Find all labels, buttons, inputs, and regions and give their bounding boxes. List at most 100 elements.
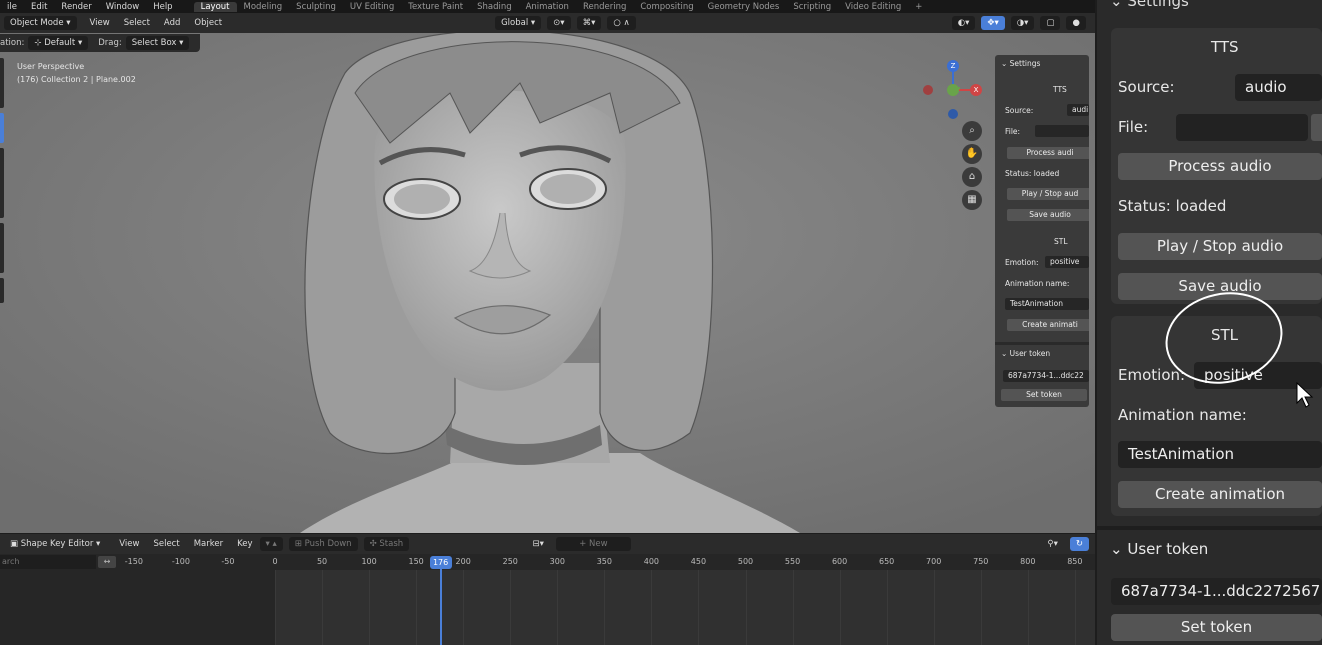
animation-name-input[interactable]: TestAnimation bbox=[1118, 441, 1322, 468]
mini-anim-name-label: Animation name: bbox=[1005, 279, 1070, 288]
menu-select[interactable]: Select bbox=[117, 18, 157, 28]
push-down-button[interactable]: ⊞ Push Down bbox=[288, 537, 358, 551]
mouse-cursor-icon bbox=[1296, 381, 1314, 408]
zoom-icon[interactable]: ⌕ bbox=[962, 121, 982, 141]
snap-icon[interactable]: ⌘▾ bbox=[576, 16, 602, 30]
tab-layout[interactable]: Layout bbox=[193, 1, 237, 12]
overlay-icon[interactable]: ◑▾ bbox=[1010, 16, 1035, 30]
tab-sculpting[interactable]: Sculpting bbox=[289, 2, 343, 12]
tab-animation[interactable]: Animation bbox=[519, 2, 576, 12]
timeline-menu-view[interactable]: View bbox=[112, 539, 146, 549]
frame-tick-label: 350 bbox=[596, 557, 612, 566]
tool-group-active[interactable] bbox=[0, 113, 4, 143]
xray-icon[interactable]: ▢ bbox=[1040, 16, 1061, 30]
tab-uv-editing[interactable]: UV Editing bbox=[343, 2, 401, 12]
shading-solid-icon[interactable]: ● bbox=[1066, 16, 1086, 30]
menu-edit[interactable]: Edit bbox=[24, 2, 54, 12]
navigation-gizmo[interactable]: Z X bbox=[920, 58, 982, 122]
user-token-header[interactable]: ⌄ User token bbox=[1110, 540, 1208, 558]
mini-play-stop-button[interactable]: Play / Stop aud bbox=[1007, 188, 1089, 200]
create-animation-button[interactable]: Create animation bbox=[1118, 481, 1322, 508]
settings-header[interactable]: ⌄ Settings bbox=[1110, 0, 1189, 10]
tool-group-2[interactable] bbox=[0, 148, 4, 218]
tool-group-1[interactable] bbox=[0, 58, 4, 108]
mini-anim-name-input[interactable]: TestAnimation bbox=[1005, 298, 1089, 310]
timeline-menu-marker[interactable]: Marker bbox=[187, 539, 230, 549]
pivot-icon[interactable]: ⊙▾ bbox=[547, 16, 571, 30]
visibility-icon[interactable]: ◐▾ bbox=[951, 16, 976, 30]
keyframe-area[interactable] bbox=[276, 570, 1095, 645]
menu-object[interactable]: Object bbox=[187, 18, 229, 28]
viewport-info: User Perspective (176) Collection 2 | Pl… bbox=[17, 60, 136, 86]
current-frame-indicator[interactable]: 176 bbox=[429, 556, 452, 569]
user-token-input[interactable]: 687a7734-1...ddc2272567 bbox=[1111, 578, 1322, 605]
tool-group-4[interactable] bbox=[0, 278, 4, 303]
animation-name-label: Animation name: bbox=[1118, 406, 1247, 424]
menu-help[interactable]: Help bbox=[146, 2, 179, 12]
proportional-edit-icon[interactable]: ○ ∧ bbox=[607, 16, 636, 30]
menu-add[interactable]: Add bbox=[157, 18, 187, 28]
set-token-button[interactable]: Set token bbox=[1111, 614, 1322, 641]
menu-window[interactable]: Window bbox=[99, 2, 147, 12]
mini-user-token-header[interactable]: ⌄ User token bbox=[1001, 349, 1050, 358]
mode-select[interactable]: Object Mode ▾ bbox=[4, 16, 77, 30]
timeline-menu-key[interactable]: Key bbox=[230, 539, 259, 549]
mini-save-audio-button[interactable]: Save audio bbox=[1007, 209, 1089, 221]
stash-button[interactable]: ✣ Stash bbox=[363, 537, 410, 551]
source-input[interactable]: audio bbox=[1235, 74, 1322, 101]
editor-type-select[interactable]: ▣ Shape Key Editor ▾ bbox=[4, 537, 106, 551]
mini-token-input[interactable]: 687a7734-1...ddc22 bbox=[1003, 370, 1089, 382]
orientation-select[interactable]: Global ▾ bbox=[495, 16, 542, 30]
z-axis-icon[interactable]: Z bbox=[947, 60, 959, 72]
tab-rendering[interactable]: Rendering bbox=[576, 2, 633, 12]
mini-file-input[interactable] bbox=[1035, 125, 1089, 137]
x-axis-icon[interactable]: X bbox=[970, 84, 982, 96]
timeline-menu-select[interactable]: Select bbox=[146, 539, 186, 549]
menu-file[interactable]: ile bbox=[0, 2, 24, 12]
tab-compositing[interactable]: Compositing bbox=[633, 2, 700, 12]
tab-texture-paint[interactable]: Texture Paint bbox=[401, 2, 470, 12]
playhead[interactable] bbox=[439, 556, 442, 645]
frame-gridline bbox=[416, 570, 418, 645]
gizmo-toggle-icon[interactable]: ✥▾ bbox=[981, 16, 1005, 30]
filter-icon[interactable]: ⚲▾ bbox=[1041, 537, 1064, 551]
mini-process-audio-button[interactable]: Process audi bbox=[1007, 147, 1089, 159]
mini-source-input[interactable]: audi bbox=[1067, 104, 1089, 116]
tab-modeling[interactable]: Modeling bbox=[237, 2, 290, 12]
channel-search-input[interactable]: arch bbox=[0, 555, 96, 569]
frame-ruler[interactable]: arch ↔ -150 -100 -50 0 50 100 150 200 250 300 350 4… bbox=[0, 554, 1095, 570]
mini-set-token-button[interactable]: Set token bbox=[1001, 389, 1087, 401]
pan-hand-icon[interactable]: ✋ bbox=[962, 144, 982, 164]
tool-group-3[interactable] bbox=[0, 223, 4, 273]
tab-scripting[interactable]: Scripting bbox=[786, 2, 838, 12]
move-keys-icon[interactable]: ▾ ▴ bbox=[259, 537, 283, 551]
swap-icon[interactable]: ↔ bbox=[98, 556, 116, 568]
user-token-header-text: User token bbox=[1127, 540, 1209, 558]
tab-video-editing[interactable]: Video Editing bbox=[838, 2, 908, 12]
file-input[interactable] bbox=[1176, 114, 1308, 141]
mini-create-animation-button[interactable]: Create animati bbox=[1007, 319, 1089, 331]
drag-select[interactable]: Select Box ▾ bbox=[125, 36, 190, 50]
neg-x-axis-icon[interactable] bbox=[923, 85, 933, 95]
frame-gridline bbox=[1027, 570, 1029, 645]
menu-render[interactable]: Render bbox=[54, 2, 98, 12]
tab-shading[interactable]: Shading bbox=[470, 2, 519, 12]
viewport-header: Object Mode ▾ View Select Add Object Glo… bbox=[0, 13, 1095, 33]
mini-emotion-select[interactable]: positive bbox=[1045, 256, 1089, 268]
camera-icon[interactable]: ⌂ bbox=[962, 167, 982, 187]
source-label: Source: bbox=[1118, 78, 1175, 96]
add-workspace-button[interactable]: + bbox=[908, 2, 929, 12]
grid-perspective-icon[interactable]: ▦ bbox=[962, 190, 982, 210]
action-icon[interactable]: ⊟▾ bbox=[526, 537, 549, 551]
sync-icon[interactable]: ↻ bbox=[1069, 537, 1089, 551]
neg-z-axis-icon[interactable] bbox=[948, 109, 958, 119]
tab-geometry-nodes[interactable]: Geometry Nodes bbox=[701, 2, 787, 12]
mini-settings-title[interactable]: ⌄ Settings bbox=[1001, 59, 1040, 68]
new-action-button[interactable]: + New bbox=[555, 537, 631, 551]
transform-orientation-select[interactable]: ⊹ Default ▾ bbox=[28, 36, 89, 50]
file-browse-icon[interactable] bbox=[1311, 114, 1322, 141]
play-stop-audio-button[interactable]: Play / Stop audio bbox=[1118, 233, 1322, 260]
menu-view[interactable]: View bbox=[83, 18, 117, 28]
y-axis-icon[interactable] bbox=[947, 84, 959, 96]
process-audio-button[interactable]: Process audio bbox=[1118, 153, 1322, 180]
